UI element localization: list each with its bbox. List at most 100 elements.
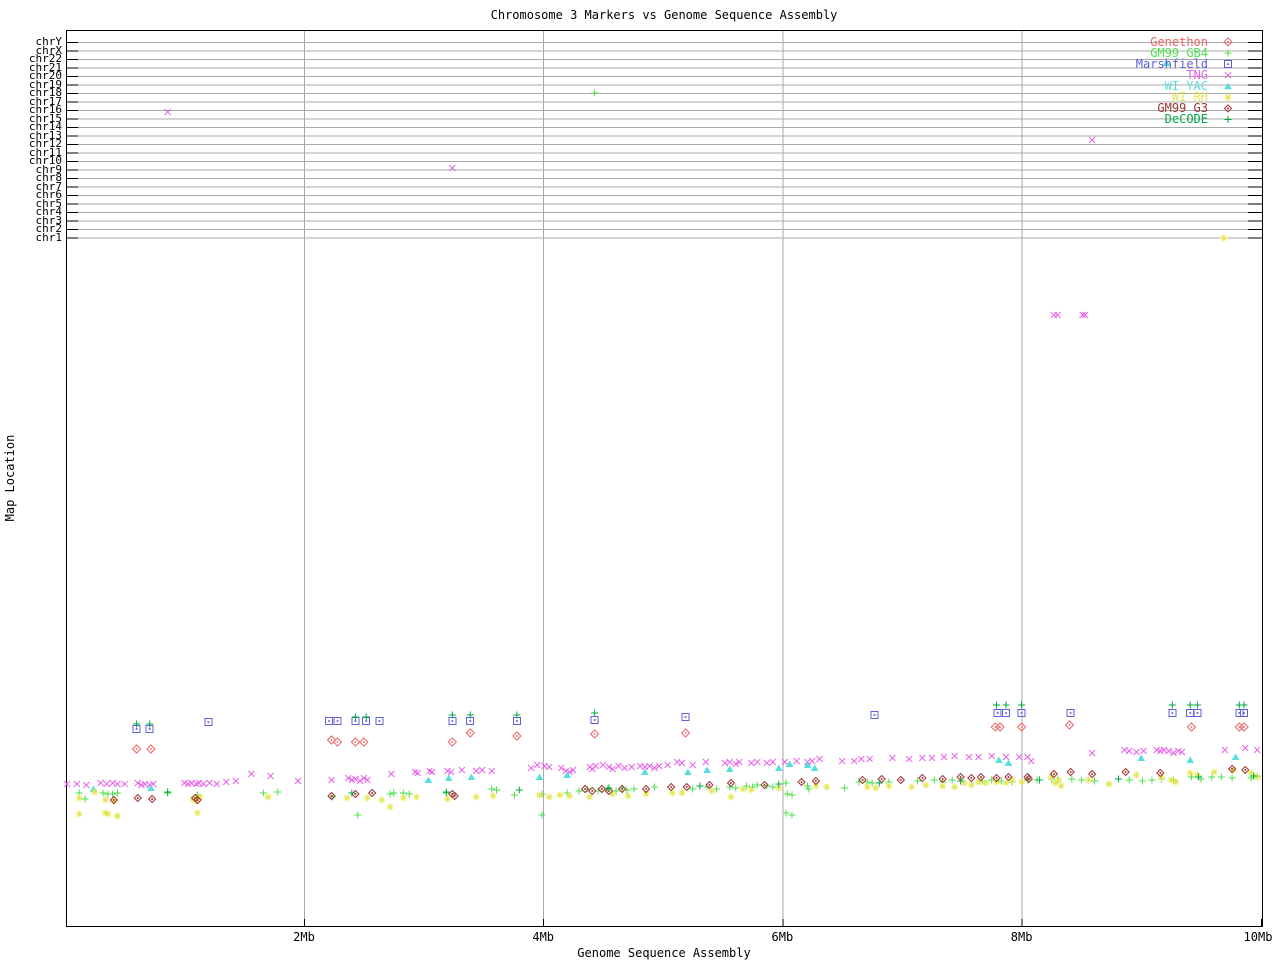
data-point-marker (814, 780, 817, 782)
data-point-marker (1253, 773, 1261, 781)
data-point-marker (1224, 82, 1232, 90)
data-point-marker (1069, 712, 1072, 714)
data-point-marker (136, 797, 139, 799)
data-point-marker (678, 759, 686, 767)
data-point-marker (1114, 775, 1122, 783)
data-point-marker (783, 790, 791, 798)
data-point-marker (488, 785, 496, 793)
data-point-marker (1224, 71, 1232, 79)
data-point-marker (812, 782, 820, 790)
data-point-marker (668, 789, 676, 797)
data-point-marker (428, 768, 436, 776)
x-tick-label-8Mb: 8Mb (1010, 930, 1033, 944)
data-point-marker (63, 780, 71, 788)
data-point-marker (150, 748, 152, 750)
data-point-marker (1186, 756, 1195, 763)
data-point-marker (584, 788, 587, 790)
data-point-marker (863, 783, 871, 791)
data-point-marker (91, 788, 99, 796)
data-point-marker (1018, 701, 1026, 709)
data-point-marker (875, 779, 883, 787)
data-point-marker (1057, 782, 1065, 790)
data-point-marker (424, 776, 433, 783)
data-point-marker (593, 733, 596, 735)
data-point-marker (850, 757, 858, 765)
x-tick-label-10Mb: 10Mb (1243, 930, 1273, 944)
data-point-marker (294, 777, 302, 785)
data-point-marker (113, 789, 121, 797)
data-point-marker (1091, 777, 1099, 785)
plot-border (66, 30, 1263, 927)
data-point-marker (624, 792, 632, 800)
data-point-marker (533, 761, 541, 769)
data-point-marker (363, 794, 371, 802)
data-point-marker (880, 778, 883, 780)
data-point-marker (782, 809, 790, 817)
data-point-marker (336, 741, 339, 743)
data-point-marker (378, 796, 386, 804)
data-point-marker (109, 790, 117, 798)
data-point-marker (104, 810, 112, 818)
data-point-marker (808, 757, 816, 765)
data-point-marker (556, 791, 564, 799)
data-point-marker (469, 732, 472, 734)
data-point-marker (196, 799, 199, 801)
data-point-marker (615, 762, 622, 770)
data-point-marker (793, 757, 801, 765)
data-point-marker (1221, 746, 1229, 754)
data-point-marker (1088, 749, 1096, 757)
data-point-marker (805, 785, 813, 793)
data-point-marker (684, 716, 687, 718)
data-point-marker (591, 790, 594, 792)
data-point-marker (1190, 726, 1193, 728)
data-point-marker (453, 795, 456, 797)
data-point-marker (872, 784, 880, 792)
data-point-marker (1027, 757, 1035, 765)
data-point-marker (1020, 712, 1023, 714)
data-point-marker (951, 783, 959, 791)
data-point-marker (75, 794, 83, 802)
data-point-marker (763, 784, 766, 786)
data-point-marker (73, 780, 81, 788)
data-point-marker (841, 784, 849, 792)
data-point-marker (362, 741, 365, 743)
data-point-marker (1159, 772, 1162, 774)
data-point-marker (988, 752, 996, 760)
data-point-marker (451, 741, 454, 743)
data-point-marker (478, 766, 486, 774)
data-point-marker (112, 799, 115, 801)
data-point-marker (1027, 778, 1030, 780)
data-point-marker (678, 789, 686, 797)
data-point-marker (979, 776, 982, 778)
chromosome-markers-chart: Chromosome 3 Markers vs Genome Sequence … (0, 0, 1280, 960)
data-point-marker (566, 792, 574, 800)
data-point-marker (992, 701, 1000, 709)
data-point-marker (336, 720, 339, 722)
data-point-marker (148, 728, 151, 730)
data-point-marker (804, 782, 812, 790)
data-point-marker (274, 788, 282, 796)
data-point-marker (426, 767, 433, 775)
data-point-marker (1224, 93, 1232, 101)
data-point-marker (193, 780, 200, 788)
data-point-marker (1105, 780, 1113, 788)
data-point-marker (515, 720, 518, 722)
data-point-marker (621, 764, 628, 772)
data-point-marker (1138, 777, 1146, 785)
data-point-marker (81, 795, 89, 803)
data-point-marker (702, 758, 710, 766)
data-point-marker (823, 783, 831, 791)
data-point-marker (921, 777, 924, 779)
data-point-marker (515, 786, 523, 794)
data-point-marker (769, 758, 777, 766)
data-point-marker (600, 788, 603, 790)
data-point-marker (472, 793, 480, 801)
data-point-marker (593, 719, 596, 721)
data-point-marker (1015, 753, 1023, 761)
data-point-marker (1196, 712, 1199, 714)
data-point-marker (390, 789, 398, 797)
data-point-marker (727, 793, 735, 801)
data-point-marker (371, 792, 374, 794)
data-point-marker (1217, 773, 1225, 781)
data-point-marker (642, 790, 650, 798)
